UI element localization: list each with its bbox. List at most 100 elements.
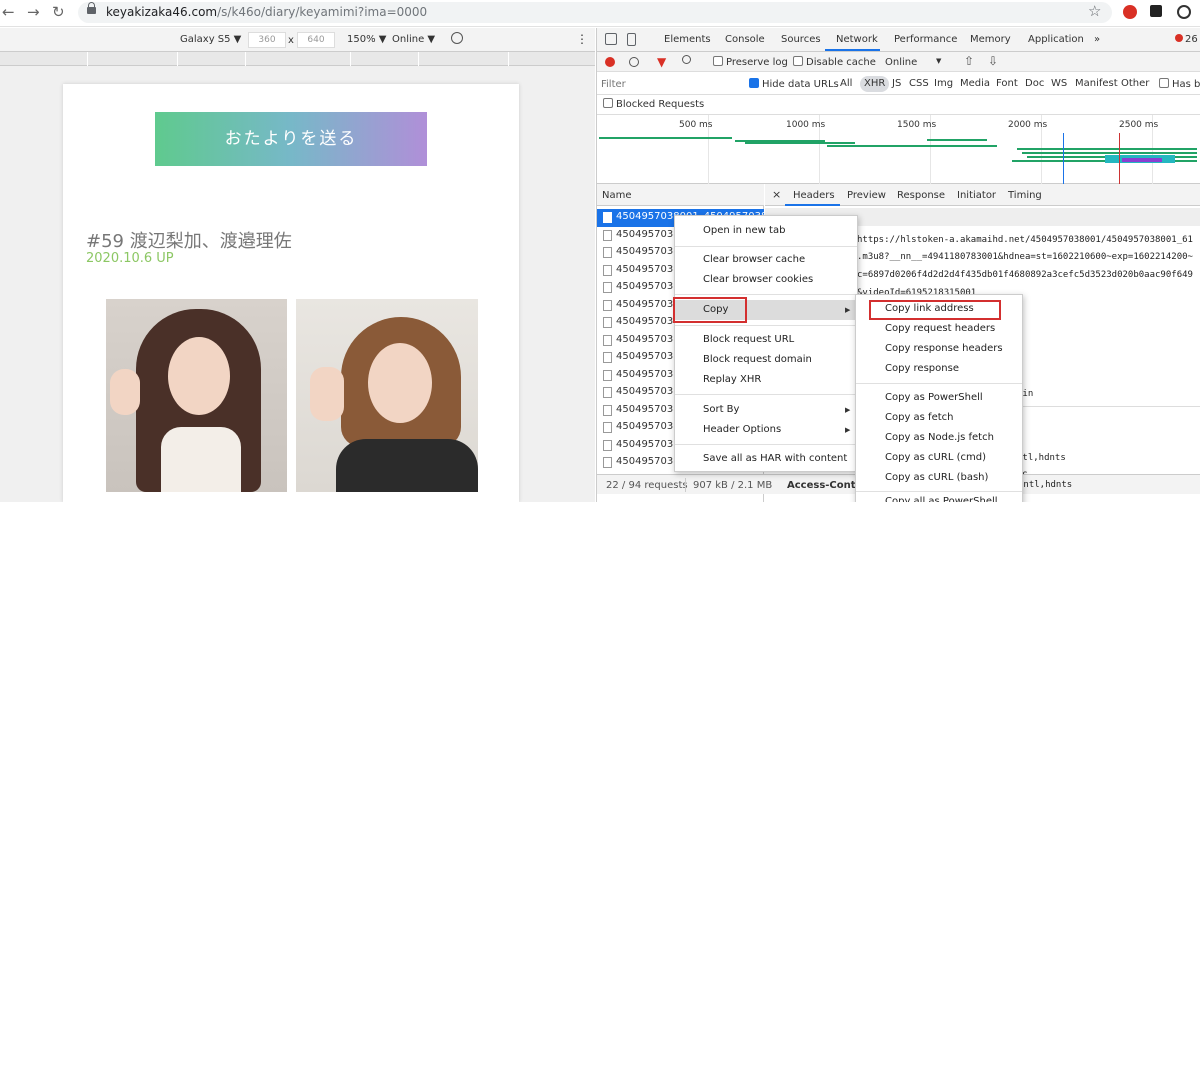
filter-font[interactable]: Font [996,78,1018,89]
request-name: 4504957038 [616,403,680,415]
rotate-icon[interactable] [451,32,463,44]
tab-timing[interactable]: Timing [1008,190,1042,201]
tab-initiator[interactable]: Initiator [957,190,996,201]
menu-header-options[interactable]: Header Options ▶ [675,420,857,440]
menu-replay-xhr[interactable]: Replay XHR [703,370,761,390]
throttling-select[interactable]: Online [885,57,917,68]
tab-elements[interactable]: Elements [664,34,711,45]
lock-icon [87,2,96,14]
file-icon [603,334,612,346]
filter-media[interactable]: Media [960,78,990,89]
filter-doc[interactable]: Doc [1025,78,1044,89]
menu-clear-browser-cache[interactable]: Clear browser cache [703,250,805,270]
menu-clear-browser-cookies[interactable]: Clear browser cookies [703,270,813,290]
mobile-page: おたよりを送る #59 渡辺梨加、渡邉理佐 2020.10.6 UP [63,84,519,502]
tab-console[interactable]: Console [725,34,765,45]
error-count-badge[interactable]: 26 [1175,34,1198,45]
name-column-header[interactable]: Name [597,184,764,206]
height-field[interactable]: 640 [297,32,335,48]
copy-submenu: Copy link address Copy request headers C… [855,294,1023,502]
filter-js[interactable]: JS [892,78,901,89]
file-icon [603,422,612,433]
account-extension-icon[interactable] [1177,5,1191,19]
request-name: 4504957038 [616,281,680,292]
inspect-element-icon[interactable] [605,33,617,45]
filter-img[interactable]: Img [934,78,953,89]
filter-input[interactable] [601,76,737,92]
overview-tick: 1000 ms [786,120,826,130]
hide-data-urls-checkbox[interactable]: Hide data URLs [749,78,839,90]
menu-block-request-domain[interactable]: Block request domain [703,350,812,370]
tab-application[interactable]: Application [1028,34,1084,45]
menu-copy-as-powershell[interactable]: Copy as PowerShell [885,388,983,408]
forward-arrow-icon[interactable]: → [27,3,40,21]
filter-css[interactable]: CSS [909,78,929,89]
request-name: 4504957038 [616,351,680,362]
tab-performance[interactable]: Performance [894,34,957,45]
file-icon [603,299,612,311]
error-count: 26 [1185,34,1198,45]
filter-bar: Hide data URLs All XHR JS CSS Img Media … [597,73,1200,95]
copy-highlight-box [673,297,747,323]
device-select[interactable]: Galaxy S5 ▼ [180,34,241,45]
send-letter-button[interactable]: おたよりを送る [155,112,427,166]
search-icon[interactable] [682,55,691,64]
zoom-select[interactable]: 150% ▼ [347,34,386,45]
transfer-size: 907 kB / 2.1 MB [693,480,773,491]
tab-response[interactable]: Response [897,190,945,201]
clear-icon[interactable] [629,57,639,67]
url-field[interactable]: keyakizaka46.com/s/k46o/diary/keyamimi?i… [78,2,1112,23]
preserve-log-checkbox[interactable]: Preserve log [713,56,788,68]
menu-open-in-new-tab[interactable]: Open in new tab [703,221,785,241]
tab-memory[interactable]: Memory [970,34,1011,45]
throttling-caret-icon[interactable]: ▼ [936,57,941,65]
request-name: 4504957038 [616,333,680,345]
has-blocked-cookies-checkbox[interactable]: Has b [1159,78,1200,90]
menu-copy-response-headers[interactable]: Copy response headers [885,339,1003,359]
device-toggle-icon[interactable] [627,33,636,46]
more-tabs-icon[interactable]: » [1094,34,1100,45]
more-options-icon[interactable]: ⋮ [576,32,588,46]
download-extension-icon[interactable] [1150,5,1162,17]
tab-sources[interactable]: Sources [781,34,821,45]
menu-copy-as-fetch[interactable]: Copy as fetch [885,408,954,428]
tab-headers[interactable]: Headers [793,190,835,201]
submenu-arrow-icon: ▶ [845,306,851,314]
active-detail-tab-indicator [785,204,840,206]
tab-network[interactable]: Network [836,34,878,45]
request-name: 4504957038 [616,228,680,240]
menu-copy-all-as-powershell[interactable]: Copy all as PowerShell [885,492,998,502]
tab-preview[interactable]: Preview [847,190,886,201]
network-overview: 500 ms 1000 ms 1500 ms 2000 ms 2500 ms [597,114,1200,185]
filter-ws[interactable]: WS [1051,78,1067,89]
menu-copy-request-headers[interactable]: Copy request headers [885,319,995,339]
disable-cache-checkbox[interactable]: Disable cache [793,56,876,68]
reload-icon[interactable]: ↻ [52,3,65,21]
throttle-select[interactable]: Online ▼ [392,34,435,45]
network-toolbar: ▼ Preserve log Disable cache Online ▼ ⇧ … [597,52,1200,72]
menu-sort-by[interactable]: Sort By ▶ [675,400,857,420]
filter-icon[interactable]: ▼ [657,55,666,69]
adblock-extension-icon[interactable] [1123,5,1137,19]
menu-copy-as-curl-cmd[interactable]: Copy as cURL (cmd) [885,448,986,468]
filter-all[interactable]: All [840,78,852,89]
close-icon[interactable]: × [772,188,781,201]
menu-copy-as-nodejs-fetch[interactable]: Copy as Node.js fetch [885,428,994,448]
filter-other[interactable]: Other [1121,78,1149,89]
filter-xhr[interactable]: XHR [860,76,890,92]
back-arrow-icon[interactable]: ← [2,3,15,21]
import-har-icon[interactable]: ⇧ [964,54,974,68]
star-icon[interactable]: ☆ [1088,2,1101,20]
menu-save-all-as-har[interactable]: Save all as HAR with content [703,449,847,469]
media-query-ruler [0,52,595,66]
record-icon[interactable] [605,57,615,67]
filter-manifest[interactable]: Manifest [1075,78,1118,89]
export-har-icon[interactable]: ⇩ [988,54,998,68]
blocked-requests-checkbox[interactable]: Blocked Requests [603,98,704,110]
menu-block-request-url[interactable]: Block request URL [703,330,794,350]
menu-copy-response[interactable]: Copy response [885,359,959,379]
menu-copy-as-curl-bash[interactable]: Copy as cURL (bash) [885,468,988,488]
member-photo-right [296,299,478,492]
width-field[interactable]: 360 [248,32,286,48]
url-path: /s/k46o/diary/keyamimi?ima=0000 [217,5,428,19]
